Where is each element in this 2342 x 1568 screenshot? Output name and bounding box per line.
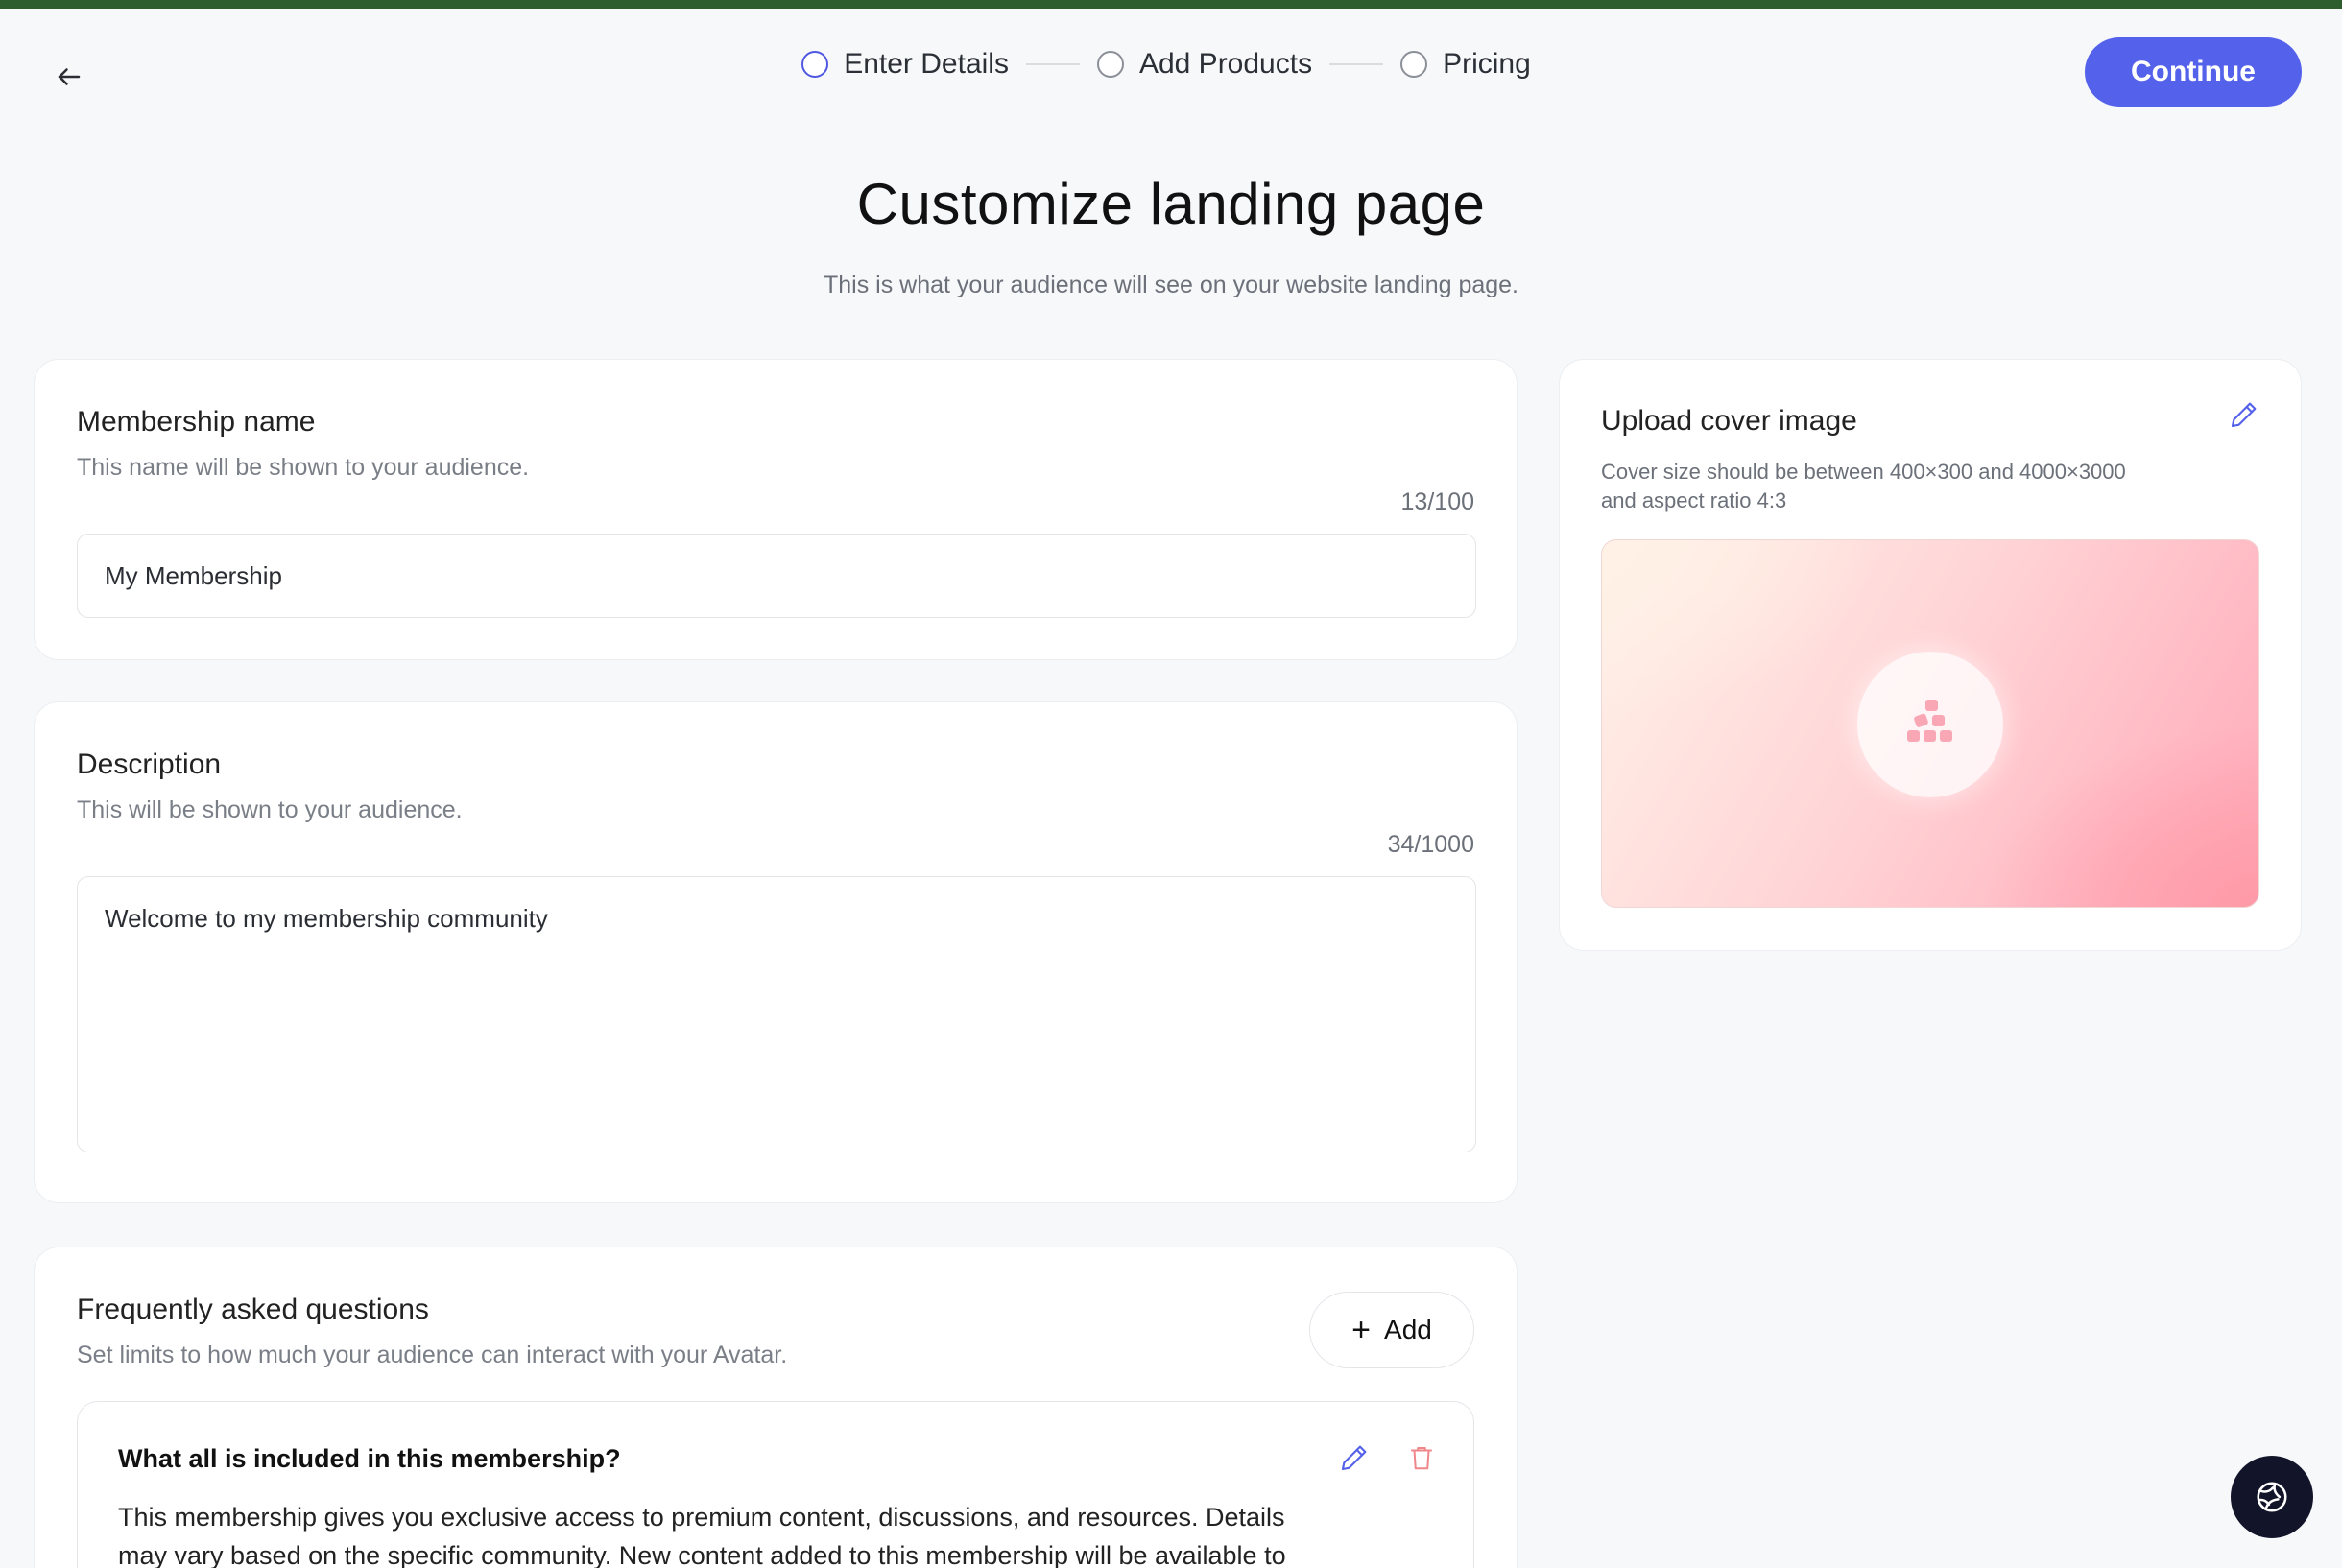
blocks-icon (1907, 700, 1952, 742)
membership-name-input[interactable]: My Membership (77, 534, 1476, 618)
pencil-icon (1341, 1445, 1367, 1471)
description-hint: This will be shown to your audience. (77, 796, 463, 823)
step-divider (1025, 63, 1080, 65)
stepper: Enter Details Add Products Pricing (0, 48, 2342, 81)
cover-image-title: Upload cover image (1601, 405, 1857, 437)
step-label: Add Products (1138, 48, 1313, 80)
plus-icon: + (1351, 1312, 1372, 1348)
step-pricing[interactable]: Pricing (1400, 48, 1531, 81)
delete-faq-button[interactable] (1402, 1438, 1441, 1477)
step-indicator-icon (1400, 51, 1428, 78)
faq-title: Frequently asked questions (77, 1294, 429, 1325)
cover-image-hint: Cover size should be between 400×300 and… (1601, 458, 2126, 515)
page-subtitle: This is what your audience will see on y… (823, 272, 1519, 298)
page-title: Customize landing page (856, 172, 1486, 236)
add-faq-button[interactable]: + Add (1309, 1292, 1474, 1368)
cover-hint-line-2: and aspect ratio 4:3 (1601, 488, 1787, 512)
step-label: Pricing (1443, 48, 1531, 80)
faq-answer: This membership gives you exclusive acce… (118, 1503, 1286, 1568)
cover-hint-line-1: Cover size should be between 400×300 and… (1601, 460, 2126, 484)
faq-item: What all is included in this membership?… (77, 1401, 1474, 1568)
faq-hint: Set limits to how much your audience can… (77, 1342, 788, 1368)
membership-name-hint: This name will be shown to your audience… (77, 454, 530, 481)
description-counter: 34/1000 (1387, 831, 1474, 858)
description-textarea[interactable]: Welcome to my membership community (77, 876, 1476, 1152)
membership-name-counter: 13/100 (1400, 488, 1474, 515)
globe-icon (2257, 1482, 2287, 1512)
step-indicator-icon (1096, 51, 1124, 78)
trash-icon (1411, 1447, 1432, 1470)
continue-button[interactable]: Continue (2085, 37, 2302, 107)
cover-image-preview[interactable] (1601, 539, 2259, 908)
pencil-icon (2231, 402, 2257, 428)
description-title: Description (77, 748, 222, 780)
help-button[interactable] (2231, 1456, 2313, 1538)
cover-placeholder (1857, 652, 2003, 797)
description-card: Description This will be shown to your a… (34, 701, 1518, 1203)
step-divider (1329, 63, 1384, 65)
step-indicator-icon (801, 51, 829, 78)
edit-faq-button[interactable] (1335, 1438, 1374, 1477)
step-add-products[interactable]: Add Products (1096, 48, 1313, 81)
add-faq-label: Add (1384, 1315, 1432, 1344)
faq-question: What all is included in this membership? (118, 1444, 621, 1473)
edit-cover-button[interactable] (2225, 395, 2263, 434)
membership-name-card: Membership name This name will be shown … (34, 359, 1518, 660)
top-accent-bar (0, 0, 2342, 9)
step-label: Enter Details (844, 48, 1009, 80)
description-value: Welcome to my membership community (105, 904, 548, 933)
step-enter-details[interactable]: Enter Details (801, 48, 1009, 81)
membership-name-title: Membership name (77, 406, 316, 438)
membership-name-value: My Membership (105, 560, 282, 590)
